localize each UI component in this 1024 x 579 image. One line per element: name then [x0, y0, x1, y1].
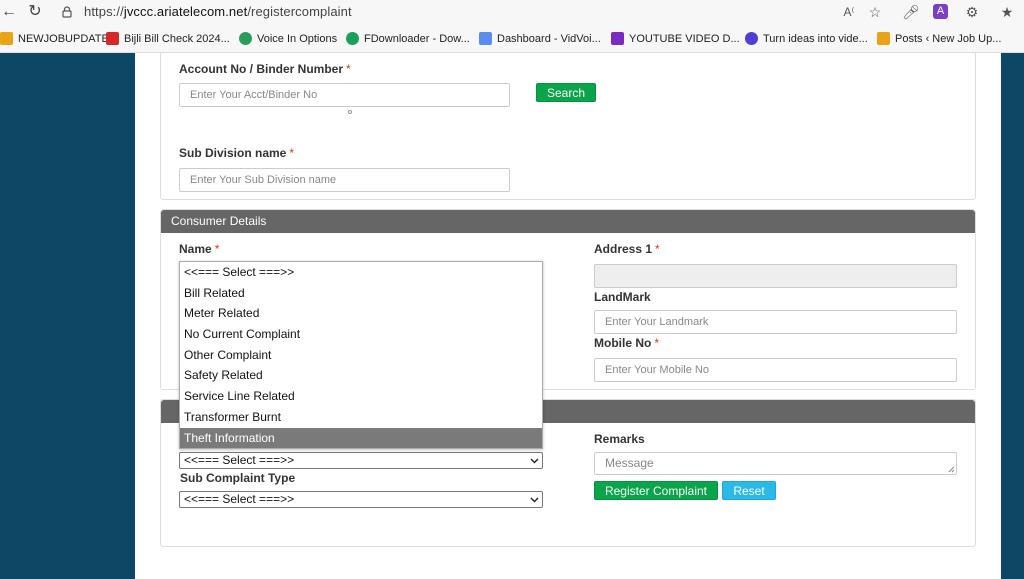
- complaint-type-value: <<=== Select ===>>: [184, 453, 295, 467]
- bookmark-label: Voice In Options: [257, 32, 338, 45]
- bookmark-item[interactable]: Voice In Options: [239, 32, 337, 45]
- name-label: Name *: [179, 242, 220, 256]
- dropdown-option[interactable]: Transformer Burnt: [180, 407, 542, 428]
- bookmarks-bar: NEWJOBUPDATE Bijli Bill Check 2024... Vo…: [0, 25, 1024, 53]
- sub-complaint-type-select[interactable]: <<=== Select ===>>: [179, 491, 543, 508]
- bookmark-item[interactable]: Posts ‹ New Job Up...: [877, 32, 1001, 45]
- favorite-star-icon[interactable]: ☆: [866, 3, 884, 21]
- consumer-details-header: Consumer Details: [161, 210, 975, 233]
- bookmark-favicon-icon: [346, 32, 359, 45]
- required-mark: *: [289, 146, 295, 160]
- reset-button[interactable]: Reset: [722, 481, 776, 500]
- chevron-down-icon: [530, 458, 539, 464]
- subdivision-label: Sub Division name *: [179, 146, 295, 160]
- dropdown-option[interactable]: Meter Related: [180, 303, 542, 324]
- bookmark-label: FDownloader - Dow...: [364, 32, 470, 45]
- mobile-label: Mobile No *: [594, 336, 659, 350]
- landmark-input[interactable]: Enter Your Landmark: [594, 310, 957, 334]
- bookmark-favicon-icon: [611, 32, 624, 45]
- mobile-input[interactable]: Enter Your Mobile No: [594, 358, 957, 382]
- bookmark-favicon-icon: [0, 32, 13, 45]
- address-label: Address 1 *: [594, 242, 660, 256]
- required-mark: *: [214, 242, 220, 256]
- dropdown-option[interactable]: Service Line Related: [180, 386, 542, 407]
- required-mark: *: [346, 62, 351, 76]
- address-bar[interactable]: https://jvccc.ariatelecom.net/registerco…: [84, 4, 352, 19]
- resize-handle-icon[interactable]: [948, 466, 955, 473]
- browser-toolbar: ← ↻ https://jvccc.ariatelecom.net/regist…: [0, 0, 1024, 25]
- remarks-textarea[interactable]: Message: [594, 452, 957, 475]
- bookmark-item[interactable]: Bijli Bill Check 2024...: [106, 32, 230, 45]
- url-path: /registercomplaint: [247, 4, 352, 19]
- bookmark-label: Turn ideas into vide...: [763, 32, 868, 45]
- dropdown-option[interactable]: <<=== Select ===>>: [180, 262, 542, 283]
- subdivision-input[interactable]: Enter Your Sub Division name: [179, 168, 510, 192]
- bookmark-item[interactable]: YOUTUBE VIDEO D...: [611, 32, 740, 45]
- bookmark-favicon-icon: [479, 32, 492, 45]
- search-button[interactable]: Search: [536, 83, 596, 102]
- extensions-puzzle-icon[interactable]: ⚙: [963, 3, 981, 21]
- bookmark-label: YOUTUBE VIDEO D...: [629, 32, 740, 45]
- extension-a-icon[interactable]: A: [933, 4, 948, 19]
- bookmark-favicon-icon: [877, 32, 890, 45]
- complaint-type-select[interactable]: <<=== Select ===>>: [179, 452, 543, 469]
- lock-icon[interactable]: [60, 5, 74, 19]
- dropdown-option[interactable]: Other Complaint: [180, 345, 542, 366]
- microphone-icon[interactable]: 🎤︎: [902, 3, 920, 21]
- bookmark-item[interactable]: Turn ideas into vide...: [745, 32, 868, 45]
- bookmark-item[interactable]: FDownloader - Dow...: [346, 32, 470, 45]
- bookmark-item[interactable]: NEWJOBUPDATE: [0, 32, 109, 45]
- required-mark: *: [654, 336, 659, 350]
- bookmark-favicon-icon: [239, 32, 252, 45]
- address-input[interactable]: [594, 264, 957, 288]
- bookmark-label: Posts ‹ New Job Up...: [895, 32, 1002, 45]
- chevron-down-icon: [530, 497, 539, 503]
- register-complaint-button[interactable]: Register Complaint: [594, 481, 718, 500]
- bookmark-label: Bijli Bill Check 2024...: [124, 32, 230, 45]
- read-aloud-icon[interactable]: A⁽: [840, 3, 858, 21]
- sub-complaint-type-label: Sub Complaint Type: [180, 471, 296, 485]
- bookmark-label: NEWJOBUPDATE: [18, 32, 109, 45]
- dropdown-option[interactable]: Bill Related: [180, 283, 542, 304]
- loader-dot: [348, 110, 352, 114]
- refresh-icon[interactable]: ↻: [26, 3, 44, 21]
- dropdown-option-selected[interactable]: Theft Information: [180, 427, 542, 449]
- bookmark-favicon-icon: [106, 32, 119, 45]
- account-label: Account No / Binder Number *: [179, 62, 351, 76]
- sub-complaint-type-value: <<=== Select ===>>: [184, 492, 295, 506]
- favorites-icon[interactable]: ★: [998, 3, 1016, 21]
- required-mark: *: [655, 242, 660, 256]
- bookmark-favicon-icon: [745, 32, 758, 45]
- landmark-label: LandMark: [594, 290, 651, 304]
- complaint-type-dropdown[interactable]: <<=== Select ===>> Bill Related Meter Re…: [179, 261, 543, 449]
- account-input[interactable]: Enter Your Acct/Binder No: [179, 83, 510, 107]
- bookmark-item[interactable]: Dashboard - VidVoi...: [479, 32, 601, 45]
- back-icon[interactable]: ←: [0, 3, 18, 21]
- bookmark-label: Dashboard - VidVoi...: [497, 32, 601, 45]
- dropdown-option[interactable]: No Current Complaint: [180, 324, 542, 345]
- remarks-label: Remarks: [594, 432, 645, 446]
- url-host: jvccc.ariatelecom.net: [123, 4, 248, 19]
- dropdown-option[interactable]: Safety Related: [180, 365, 542, 386]
- url-prefix: https://: [84, 4, 124, 19]
